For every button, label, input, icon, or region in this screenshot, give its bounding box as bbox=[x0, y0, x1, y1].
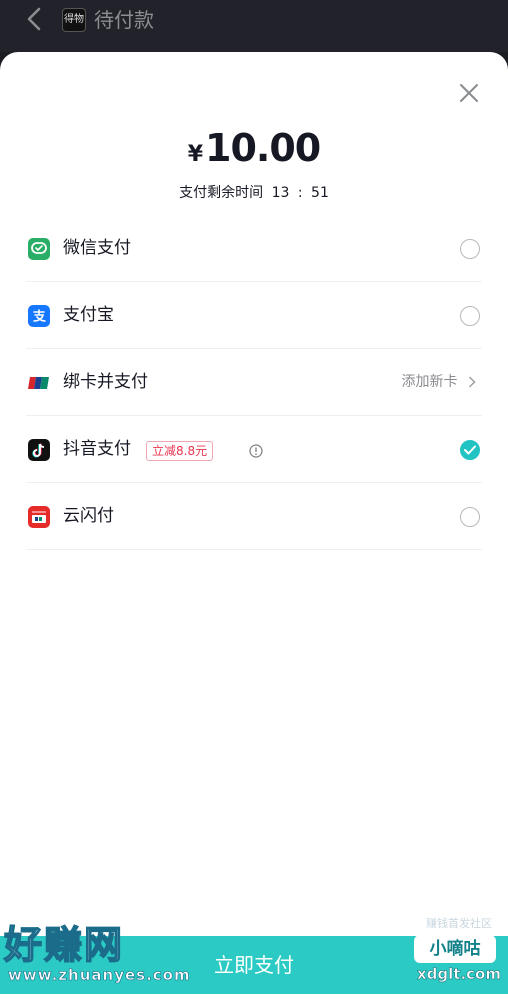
radio-douyin-pay[interactable] bbox=[460, 440, 480, 460]
unionpay-icon bbox=[28, 372, 50, 394]
method-label: 绑卡并支付 bbox=[63, 372, 148, 392]
method-douyin-pay[interactable]: 抖音支付 立减8.8元 bbox=[26, 416, 482, 483]
method-wechat-pay[interactable]: 微信支付 bbox=[26, 215, 482, 282]
checkmark-icon bbox=[464, 445, 476, 455]
radio-quickpass[interactable] bbox=[460, 507, 480, 527]
countdown-label: 支付剩余时间 bbox=[179, 185, 264, 201]
add-new-card-link[interactable]: 添加新卡 bbox=[402, 371, 476, 393]
pay-now-button[interactable]: 立即支付 bbox=[0, 936, 508, 994]
countdown: 支付剩余时间 13 : 51 bbox=[0, 182, 508, 202]
page-title: 待付款 bbox=[94, 8, 154, 32]
countdown-separator: : bbox=[297, 185, 303, 201]
method-label: 云闪付 bbox=[63, 506, 114, 526]
countdown-minutes: 13 bbox=[271, 185, 290, 201]
method-label: 抖音支付 bbox=[63, 439, 131, 459]
countdown-seconds: 51 bbox=[311, 185, 329, 201]
add-new-card-label: 添加新卡 bbox=[401, 374, 458, 390]
method-bind-card[interactable]: 绑卡并支付 添加新卡 bbox=[26, 349, 482, 416]
method-label: 支付宝 bbox=[63, 305, 114, 325]
back-arrow-icon[interactable] bbox=[22, 6, 48, 32]
radio-wechat-pay[interactable] bbox=[460, 239, 480, 259]
method-label: 微信支付 bbox=[63, 238, 131, 258]
discount-badge: 立减8.8元 bbox=[146, 441, 214, 461]
payment-sheet: ¥10.00 支付剩余时间 13 : 51 微信支付 支付宝 绑卡并支付 添加新… bbox=[0, 52, 508, 1000]
top-bar: 得物 待付款 bbox=[0, 0, 508, 52]
close-icon[interactable] bbox=[456, 80, 482, 106]
amount-value: 10.00 bbox=[205, 126, 321, 170]
app-logo: 得物 bbox=[62, 8, 86, 32]
payment-amount: ¥10.00 bbox=[0, 126, 508, 170]
radio-alipay[interactable] bbox=[460, 306, 480, 326]
method-alipay[interactable]: 支付宝 bbox=[26, 282, 482, 349]
currency-symbol: ¥ bbox=[187, 142, 204, 167]
quickpass-icon bbox=[28, 506, 50, 528]
info-icon[interactable] bbox=[249, 444, 263, 458]
method-quickpass[interactable]: 云闪付 bbox=[26, 483, 482, 550]
alipay-icon bbox=[28, 305, 50, 327]
chevron-right-icon bbox=[469, 376, 476, 388]
wechat-pay-icon bbox=[28, 238, 50, 260]
douyin-pay-icon bbox=[28, 439, 50, 461]
payment-methods-list: 微信支付 支付宝 绑卡并支付 添加新卡 抖音支付 立减8.8元 云闪付 bbox=[26, 215, 482, 550]
